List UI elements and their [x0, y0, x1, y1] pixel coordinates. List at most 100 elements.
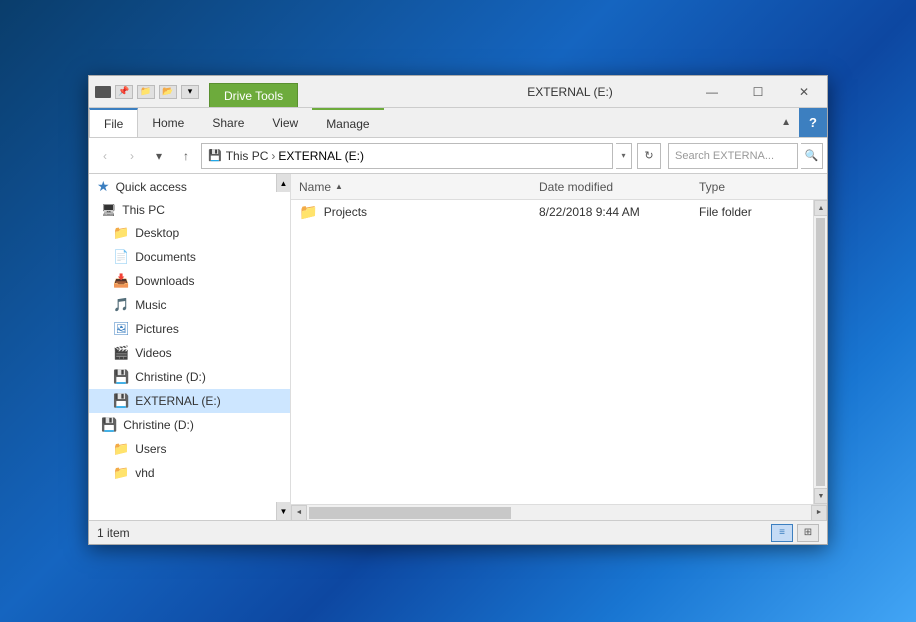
file-date-cell: 8/22/2018 9:44 AM	[539, 205, 699, 219]
scroll-down-btn[interactable]: ▼	[814, 488, 827, 504]
ribbon-tab-view[interactable]: View	[258, 108, 312, 137]
window-title: EXTERNAL (E:)	[451, 76, 689, 107]
col-header-name[interactable]: Name ▲	[299, 180, 539, 194]
horizontal-scrollbar-area: ◄ ►	[291, 504, 827, 520]
christine-d2-icon: 💾	[101, 417, 117, 433]
downloads-icon: 📥	[113, 273, 129, 289]
pictures-label: Pictures	[136, 322, 179, 336]
videos-label: Videos	[135, 346, 171, 360]
h-scroll-right-btn[interactable]: ►	[811, 505, 827, 521]
sidebar-item-christine-d[interactable]: 💾 Christine (D:)	[89, 365, 290, 389]
table-row[interactable]: 📁 Projects 8/22/2018 9:44 AM File folder	[291, 200, 813, 224]
h-scroll-left-btn[interactable]: ◄	[291, 505, 307, 521]
quick-access-btn[interactable]: 📌	[115, 85, 133, 99]
sidebar-item-external-e[interactable]: 💾 EXTERNAL (E:)	[89, 389, 290, 413]
christine-d2-label: Christine (D:)	[123, 418, 194, 432]
sidebar-item-pictures[interactable]: 🖼 Pictures	[89, 317, 290, 341]
christine-d-icon: 💾	[113, 369, 129, 385]
ribbon-tab-manage[interactable]: Manage	[312, 108, 383, 137]
h-scroll-track[interactable]	[307, 505, 811, 520]
tab-drive-tools[interactable]: Drive Tools	[209, 83, 298, 107]
title-bar-tabs: Drive Tools	[205, 76, 451, 107]
breadcrumb-current[interactable]: EXTERNAL (E:)	[278, 149, 364, 163]
ribbon-tab-home[interactable]: Home	[138, 108, 198, 137]
back-button[interactable]: ‹	[93, 144, 117, 168]
vhd-label: vhd	[135, 466, 154, 480]
minimize-button[interactable]: —	[689, 76, 735, 108]
new-folder-btn[interactable]: 📁	[137, 85, 155, 99]
sidebar: ▲ ★ Quick access 🖥 This PC 📁 Desktop 📄 D…	[89, 174, 291, 520]
file-pane: Name ▲ Date modified Type 📁 Projects 8/2…	[291, 174, 827, 520]
recent-locations-button[interactable]: ▾	[147, 144, 171, 168]
file-name-cell: 📁 Projects	[299, 203, 539, 221]
col-header-date[interactable]: Date modified	[539, 180, 699, 194]
scroll-up-btn[interactable]: ▲	[814, 200, 827, 216]
sidebar-item-videos[interactable]: 🎬 Videos	[89, 341, 290, 365]
search-button[interactable]: 🔍	[801, 143, 823, 169]
maximize-button[interactable]: ☐	[735, 76, 781, 108]
refresh-button[interactable]: ↻	[637, 143, 661, 169]
vhd-folder-icon: 📁	[113, 465, 129, 481]
main-content: ▲ ★ Quick access 🖥 This PC 📁 Desktop 📄 D…	[89, 174, 827, 520]
this-pc-icon: 🖥	[101, 203, 116, 217]
ribbon-tab-share[interactable]: Share	[198, 108, 258, 137]
users-folder-icon: 📁	[113, 441, 129, 457]
view-tiles-btn[interactable]: ⊞	[797, 524, 819, 542]
ribbon-tab-file[interactable]: File	[89, 108, 138, 137]
breadcrumb-this-pc[interactable]: This PC	[226, 149, 269, 163]
sidebar-scroll-down[interactable]: ▼	[276, 502, 290, 520]
sidebar-item-christine-d2[interactable]: 💾 Christine (D:)	[89, 413, 290, 437]
breadcrumb-sep: ›	[271, 149, 275, 163]
vertical-scrollbar[interactable]: ▲ ▼	[813, 200, 827, 504]
address-box[interactable]: 💾 This PC › EXTERNAL (E:)	[201, 143, 613, 169]
sidebar-item-quick-access[interactable]: ★ Quick access	[89, 174, 290, 199]
customize-btn[interactable]: ▾	[181, 85, 199, 99]
external-e-icon: 💾	[113, 393, 129, 409]
sidebar-item-vhd[interactable]: 📁 vhd	[89, 461, 290, 485]
christine-d-label: Christine (D:)	[135, 370, 206, 384]
status-bar: 1 item ≡ ⊞	[89, 520, 827, 544]
music-label: Music	[135, 298, 166, 312]
ribbon-spacer	[384, 108, 774, 137]
sort-arrow: ▲	[335, 182, 343, 191]
close-button[interactable]: ✕	[781, 76, 827, 108]
sidebar-item-this-pc[interactable]: 🖥 This PC	[89, 199, 290, 221]
quick-access-label: Quick access	[116, 180, 187, 194]
pane-with-scroll: 📁 Projects 8/22/2018 9:44 AM File folder…	[291, 200, 827, 504]
quick-access-icon: ★	[97, 178, 110, 195]
external-e-label: EXTERNAL (E:)	[135, 394, 221, 408]
desktop-label: Desktop	[135, 226, 179, 240]
title-bar: 📌 📁 📂 ▾ Drive Tools EXTERNAL (E:) — ☐ ✕	[89, 76, 827, 108]
file-type-cell: File folder	[699, 205, 805, 219]
sidebar-item-documents[interactable]: 📄 Documents	[89, 245, 290, 269]
folder-icon: 📁	[299, 203, 318, 221]
scroll-thumb[interactable]	[816, 218, 825, 486]
videos-icon: 🎬	[113, 345, 129, 361]
title-bar-controls: — ☐ ✕	[689, 76, 827, 107]
sidebar-item-desktop[interactable]: 📁 Desktop	[89, 221, 290, 245]
view-details-btn[interactable]: ≡	[771, 524, 793, 542]
sidebar-item-users[interactable]: 📁 Users	[89, 437, 290, 461]
status-bar-right: ≡ ⊞	[771, 524, 819, 542]
col-header-type[interactable]: Type	[699, 180, 819, 194]
up-button[interactable]: ↑	[174, 144, 198, 168]
users-label: Users	[135, 442, 166, 456]
address-dropdown-btn[interactable]: ▾	[616, 143, 632, 169]
explorer-window: 📌 📁 📂 ▾ Drive Tools EXTERNAL (E:) — ☐ ✕ …	[88, 75, 828, 545]
folder-up-btn[interactable]: 📂	[159, 85, 177, 99]
title-bar-left: 📌 📁 📂 ▾	[89, 76, 205, 107]
ribbon-collapse-btn[interactable]: ▲	[773, 108, 799, 137]
downloads-label: Downloads	[135, 274, 194, 288]
file-header: Name ▲ Date modified Type	[291, 174, 827, 200]
documents-label: Documents	[135, 250, 196, 264]
forward-button[interactable]: ›	[120, 144, 144, 168]
documents-icon: 📄	[113, 249, 129, 265]
search-box[interactable]: Search EXTERNA...	[668, 143, 798, 169]
sidebar-scroll-up[interactable]: ▲	[276, 174, 290, 192]
sidebar-item-music[interactable]: 🎵 Music	[89, 293, 290, 317]
sidebar-item-downloads[interactable]: 📥 Downloads	[89, 269, 290, 293]
item-count: 1 item	[97, 526, 130, 540]
ribbon: File Home Share View Manage ▲ ?	[89, 108, 827, 138]
help-button[interactable]: ?	[799, 108, 827, 137]
h-scroll-thumb	[309, 507, 511, 519]
